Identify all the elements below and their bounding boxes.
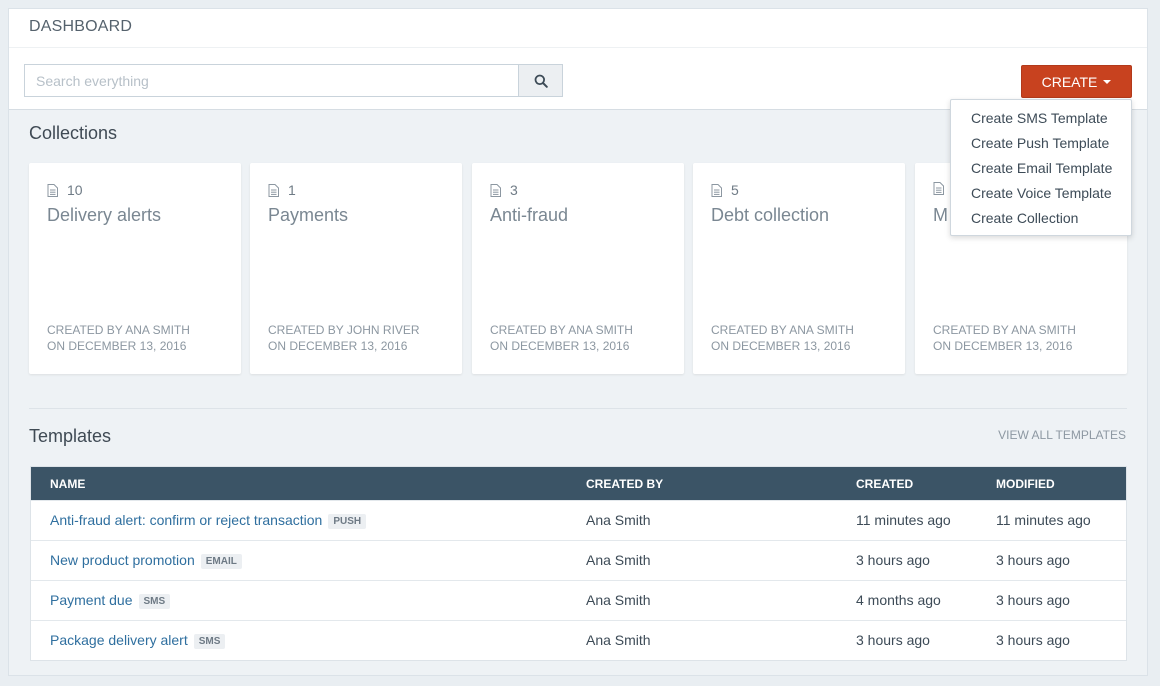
template-created: 4 months ago (856, 592, 941, 608)
app-frame: DASHBOARD CREATE Collections 10 Delivery… (8, 8, 1148, 676)
template-created: 3 hours ago (856, 552, 930, 568)
collection-card[interactable]: 1 Payments CREATED BY JOHN RIVER ON DECE… (250, 163, 462, 374)
collection-name: Anti-fraud (490, 205, 569, 225)
table-row[interactable]: Package delivery alert SMS Ana Smith 3 ho… (31, 620, 1126, 660)
menu-item-create-push-template[interactable]: Create Push Template (951, 131, 1131, 156)
templates-table: NAME CREATED BY CREATED MODIFIED Anti-fr… (30, 466, 1127, 661)
column-header-modified[interactable]: MODIFIED (996, 477, 1055, 491)
table-row[interactable]: New product promotion EMAIL Ana Smith 3 h… (31, 540, 1126, 580)
collection-name: Delivery alerts (47, 205, 162, 225)
collection-name: M (933, 205, 948, 225)
create-button-label: CREATE (1041, 73, 1098, 90)
collection-card[interactable]: 10 Delivery alerts CREATED BY ANA SMITH … (29, 163, 241, 374)
collection-count: 10 (67, 182, 83, 198)
table-header: NAME CREATED BY CREATED MODIFIED (31, 467, 1126, 500)
collection-created-by: CREATED BY ANA SMITH (47, 323, 190, 337)
create-button[interactable]: CREATE (1021, 65, 1132, 98)
collection-meta: CREATED BY JOHN RIVER ON DECEMBER 13, 20… (268, 322, 420, 354)
column-header-created-by[interactable]: CREATED BY (586, 477, 663, 491)
create-dropdown-menu: Create SMS Template Create Push Template… (950, 99, 1132, 236)
search-input[interactable] (24, 64, 519, 97)
collection-meta: CREATED BY ANA SMITH ON DECEMBER 13, 201… (933, 322, 1076, 354)
template-created-by: Ana Smith (586, 592, 651, 608)
template-modified: 3 hours ago (996, 552, 1070, 568)
template-created: 11 minutes ago (856, 512, 951, 528)
template-name-link[interactable]: Anti-fraud alert: confirm or reject tran… (50, 512, 322, 528)
template-type-badge: PUSH (328, 514, 367, 529)
collection-created-by: CREATED BY ANA SMITH (933, 323, 1076, 337)
collection-created-by: CREATED BY ANA SMITH (711, 323, 854, 337)
document-icon (47, 183, 58, 197)
template-name-link[interactable]: New product promotion (50, 552, 195, 568)
menu-item-create-collection[interactable]: Create Collection (951, 206, 1131, 231)
template-type-badge: EMAIL (200, 554, 242, 569)
table-row[interactable]: Anti-fraud alert: confirm or reject tran… (31, 500, 1126, 540)
template-type-badge: SMS (138, 594, 171, 609)
collections-title: Collections (29, 123, 118, 143)
template-modified: 3 hours ago (996, 632, 1070, 648)
template-modified: 3 hours ago (996, 592, 1070, 608)
collection-card[interactable]: 3 Anti-fraud CREATED BY ANA SMITH ON DEC… (472, 163, 684, 374)
template-name-link[interactable]: Payment due (50, 592, 133, 608)
collection-created-by: CREATED BY JOHN RIVER (268, 323, 420, 337)
collection-meta: CREATED BY ANA SMITH ON DECEMBER 13, 201… (711, 322, 854, 354)
section-divider (29, 408, 1127, 409)
template-type-badge: SMS (193, 634, 226, 649)
search-icon (534, 74, 548, 88)
page-title: DASHBOARD (29, 18, 133, 35)
templates-title: Templates (29, 426, 112, 446)
template-modified: 11 minutes ago (996, 512, 1091, 528)
document-icon (268, 183, 279, 197)
menu-item-create-voice-template[interactable]: Create Voice Template (951, 181, 1131, 206)
top-bar: DASHBOARD CREATE (9, 9, 1147, 110)
document-icon (490, 183, 501, 197)
document-icon (711, 183, 722, 197)
template-name-link[interactable]: Package delivery alert (50, 632, 188, 648)
collection-count: 5 (731, 182, 739, 198)
collection-created-on: ON DECEMBER 13, 2016 (711, 339, 851, 353)
menu-item-create-sms-template[interactable]: Create SMS Template (951, 106, 1131, 131)
collection-meta: CREATED BY ANA SMITH ON DECEMBER 13, 201… (490, 322, 633, 354)
menu-item-create-email-template[interactable]: Create Email Template (951, 156, 1131, 181)
column-header-name[interactable]: NAME (50, 477, 85, 491)
document-icon (933, 182, 944, 195)
collection-count: 3 (510, 182, 518, 198)
collection-created-on: ON DECEMBER 13, 2016 (490, 339, 630, 353)
template-created-by: Ana Smith (586, 552, 651, 568)
template-created-by: Ana Smith (586, 632, 651, 648)
collection-meta: CREATED BY ANA SMITH ON DECEMBER 13, 201… (47, 322, 190, 354)
column-header-created[interactable]: CREATED (856, 477, 913, 491)
template-created-by: Ana Smith (586, 512, 651, 528)
collection-created-on: ON DECEMBER 13, 2016 (268, 339, 408, 353)
search-button[interactable] (518, 64, 563, 97)
collection-name: Payments (268, 205, 349, 225)
template-created: 3 hours ago (856, 632, 930, 648)
table-row[interactable]: Payment due SMS Ana Smith 4 months ago 3 … (31, 580, 1126, 620)
collection-created-by: CREATED BY ANA SMITH (490, 323, 633, 337)
collection-card[interactable]: 5 Debt collection CREATED BY ANA SMITH O… (693, 163, 905, 374)
header-divider (9, 47, 1147, 48)
collection-created-on: ON DECEMBER 13, 2016 (47, 339, 187, 353)
caret-down-icon (1103, 79, 1112, 84)
collection-name: Debt collection (711, 205, 830, 225)
collection-created-on: ON DECEMBER 13, 2016 (933, 339, 1073, 353)
collection-count: 1 (288, 182, 296, 198)
view-all-templates-link[interactable]: VIEW ALL TEMPLATES (998, 428, 1126, 442)
